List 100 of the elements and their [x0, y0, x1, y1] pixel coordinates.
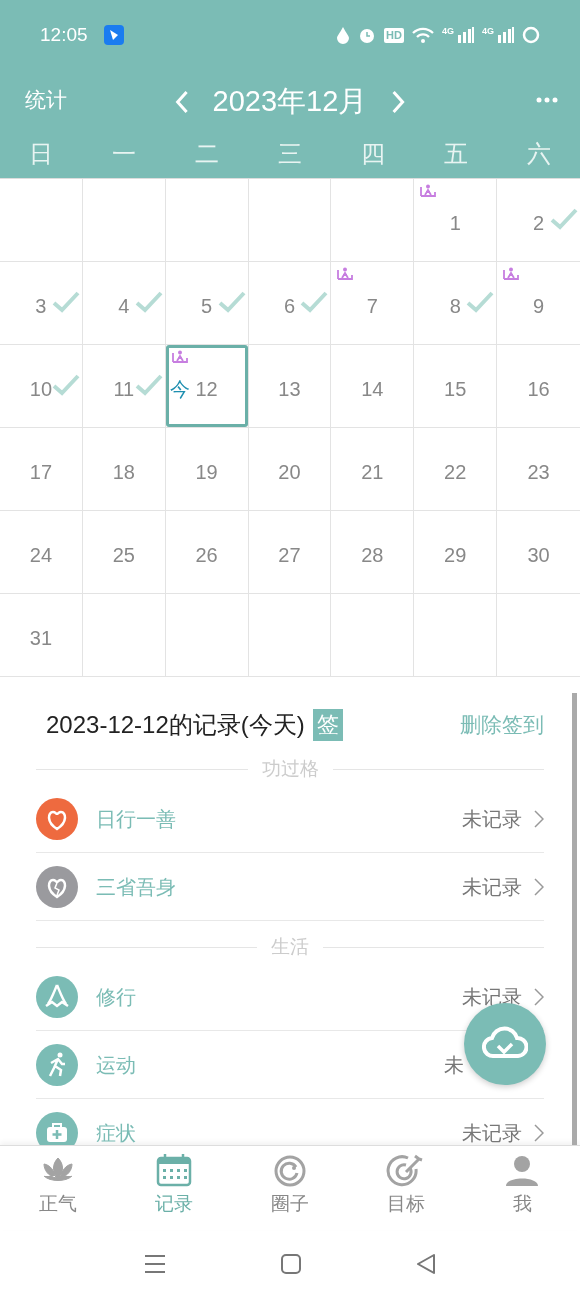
day-number[interactable]: 25	[112, 541, 135, 569]
calendar-cell[interactable]: 28	[331, 511, 415, 594]
calendar-cell[interactable]: 24	[0, 511, 83, 594]
record-item-label[interactable]: 症状	[96, 1117, 136, 1145]
weekday-label: 四	[359, 139, 386, 169]
home-icon[interactable]	[281, 1253, 301, 1274]
day-number[interactable]: 4	[118, 292, 130, 320]
nav-tab[interactable]: 正气	[0, 1146, 116, 1230]
calendar-cell[interactable]: 23	[497, 428, 580, 511]
weekday-label: 三	[277, 139, 303, 169]
day-number[interactable]: 6	[283, 292, 296, 320]
calendar-cell[interactable]: 25	[82, 511, 166, 594]
calendar-cell[interactable]: 8	[414, 262, 498, 345]
day-number[interactable]: 23	[527, 458, 550, 486]
medical-kit-icon	[36, 1111, 78, 1145]
nav-tab[interactable]: 记录	[116, 1146, 232, 1230]
more-icon[interactable]	[536, 97, 558, 103]
day-number[interactable]: 16	[527, 375, 550, 403]
calendar-cell[interactable]: 15	[414, 345, 498, 428]
calendar-cell[interactable]: 20	[248, 428, 332, 511]
day-number[interactable]: 8	[449, 292, 461, 320]
day-number[interactable]: 18	[112, 458, 135, 486]
month-title: 2023年12月	[212, 84, 368, 119]
record-item-label[interactable]: 运动	[96, 1049, 136, 1080]
record-item-label[interactable]: 修行	[96, 981, 136, 1012]
weekday-label: 二	[194, 139, 221, 169]
calendar-cell[interactable]: 19	[165, 428, 249, 511]
day-number[interactable]: 3	[35, 292, 47, 320]
calendar-cell[interactable]: 9	[497, 262, 580, 345]
day-number[interactable]: 31	[29, 624, 53, 652]
calendar-cell[interactable]: 4	[82, 262, 166, 345]
calendar-cell[interactable]: 21	[331, 428, 415, 511]
delete-checkin-link[interactable]: 删除签到	[460, 709, 544, 741]
calendar-cell[interactable]: 10	[0, 345, 83, 428]
wifi-icon	[411, 27, 434, 43]
day-number[interactable]: 15	[444, 375, 467, 403]
weekday-label: 六	[525, 139, 552, 169]
record-status: 未	[444, 1052, 464, 1078]
calendar-cell[interactable]: 11	[82, 345, 166, 428]
stats-link[interactable]: 统计	[25, 84, 67, 116]
record-item-label[interactable]: 日行一善	[96, 803, 176, 834]
day-number[interactable]: 30	[527, 541, 550, 569]
day-number[interactable]: 22	[444, 458, 467, 486]
calendar-cell[interactable]: 27	[248, 511, 332, 594]
nav-tab[interactable]: 我	[464, 1146, 580, 1230]
day-number[interactable]: 24	[29, 541, 53, 569]
calendar-cell[interactable]: 22	[414, 428, 498, 511]
record-status: 未记录	[462, 806, 522, 832]
signal-icon	[458, 27, 474, 43]
clock-time: 12:05	[40, 22, 88, 47]
calendar-cell[interactable]: 今 12	[165, 345, 249, 428]
calendar-cell[interactable]: 6	[248, 262, 332, 345]
day-number[interactable]: 19	[195, 458, 218, 486]
sign-badge: 签	[312, 709, 343, 741]
day-number[interactable]: 20	[278, 458, 301, 486]
day-number[interactable]: 2	[533, 209, 545, 237]
alarm-icon	[358, 26, 377, 44]
calendar-cell[interactable]: 7	[331, 262, 415, 345]
calendar-cell[interactable]: 14	[331, 345, 415, 428]
calendar-cell[interactable]: 1	[414, 179, 498, 262]
calendar-cell[interactable]: 17	[0, 428, 83, 511]
menu-icon[interactable]	[144, 1253, 166, 1274]
calendar-cell[interactable]: 16	[497, 345, 580, 428]
day-number[interactable]: 27	[278, 541, 301, 569]
day-number[interactable]: 12	[195, 375, 218, 403]
back-icon[interactable]	[416, 1253, 436, 1274]
record-status: 未记录	[462, 1120, 522, 1145]
weekday-label: 日	[28, 139, 55, 169]
chevron-right-icon[interactable]	[534, 987, 544, 1006]
day-number[interactable]: 28	[361, 541, 384, 569]
day-number[interactable]: 10	[29, 375, 53, 403]
chevron-left-icon[interactable]	[174, 89, 189, 114]
day-number[interactable]: 26	[195, 541, 218, 569]
calendar-cell[interactable]: 18	[82, 428, 166, 511]
day-number[interactable]: 7	[366, 292, 378, 320]
calendar-cell[interactable]: 2	[497, 179, 580, 262]
day-number[interactable]: 21	[361, 458, 384, 486]
record-item-label[interactable]: 三省吾身	[96, 871, 176, 902]
calendar-cell[interactable]: 29	[414, 511, 498, 594]
day-number[interactable]: 9	[533, 292, 545, 320]
calendar-cell[interactable]: 30	[497, 511, 580, 594]
calendar-cell[interactable]: 5	[165, 262, 249, 345]
chevron-right-icon[interactable]	[534, 877, 544, 896]
calendar-cell[interactable]: 3	[0, 262, 83, 345]
day-number[interactable]: 29	[444, 541, 467, 569]
hd-label: HD	[384, 27, 404, 43]
day-number[interactable]: 17	[29, 458, 53, 486]
app-icon	[103, 25, 124, 45]
calendar-cell[interactable]: 31	[0, 594, 83, 677]
chevron-right-icon[interactable]	[534, 1123, 544, 1142]
day-number[interactable]: 11	[113, 375, 135, 403]
day-number[interactable]: 5	[201, 292, 213, 320]
nav-tab[interactable]: 目标	[348, 1146, 464, 1230]
calendar-cell[interactable]: 26	[165, 511, 249, 594]
day-number[interactable]: 1	[449, 209, 461, 237]
nav-tab[interactable]: 圈子	[232, 1146, 348, 1230]
day-number[interactable]: 13	[278, 375, 301, 403]
day-number[interactable]: 14	[361, 375, 384, 403]
calendar-cell[interactable]: 13	[248, 345, 332, 428]
chevron-right-icon[interactable]	[534, 809, 544, 828]
